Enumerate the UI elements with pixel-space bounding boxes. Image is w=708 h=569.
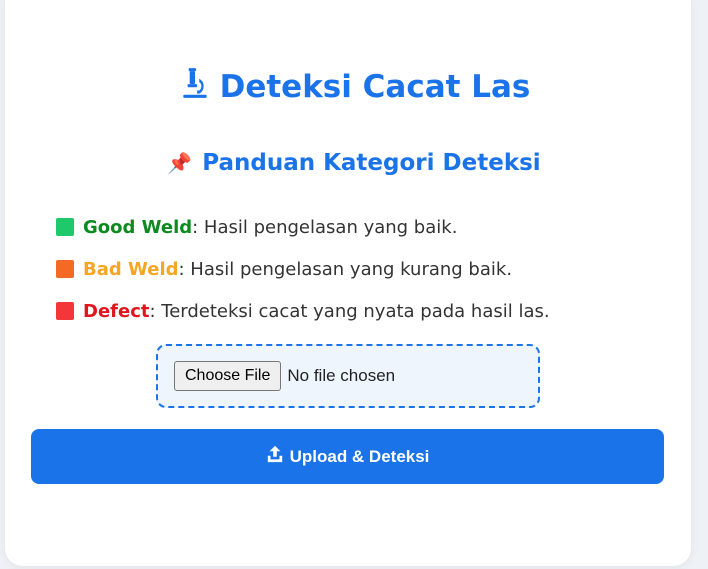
- orange-square-icon: [56, 260, 74, 278]
- legend-category-label: Defect: [83, 300, 150, 322]
- legend-description: : Hasil pengelasan yang kurang baik.: [178, 258, 513, 280]
- red-square-icon: [56, 302, 74, 320]
- file-dropzone[interactable]: Choose File No file chosen: [156, 344, 540, 408]
- legend-category-label: Good Weld: [83, 216, 193, 238]
- guide-heading-text: Panduan Kategori Deteksi: [202, 150, 541, 176]
- upload-detect-label: Upload & Deteksi: [289, 446, 430, 466]
- legend-description: : Hasil pengelasan yang baik.: [192, 216, 458, 238]
- pushpin-icon: 📌: [167, 151, 193, 175]
- file-status-text: No file chosen: [287, 366, 396, 385]
- microscope-icon: [178, 66, 212, 108]
- legend-description: : Terdeteksi cacat yang nyata pada hasil…: [149, 300, 550, 322]
- choose-file-button[interactable]: Choose File: [174, 361, 282, 391]
- category-legend: Good Weld : Hasil pengelasan yang baik. …: [56, 206, 676, 332]
- page-title: Deteksi Cacat Las: [0, 66, 708, 108]
- page-title-text: Deteksi Cacat Las: [219, 69, 531, 105]
- guide-heading: 📌 Panduan Kategori Deteksi: [0, 150, 708, 176]
- upload-detect-button[interactable]: Upload & Deteksi: [31, 429, 664, 484]
- green-square-icon: [56, 218, 74, 236]
- upload-icon: [266, 445, 284, 468]
- legend-item-defect: Defect : Terdeteksi cacat yang nyata pad…: [56, 290, 676, 332]
- legend-item-good-weld: Good Weld : Hasil pengelasan yang baik.: [56, 206, 676, 248]
- legend-item-bad-weld: Bad Weld : Hasil pengelasan yang kurang …: [56, 248, 676, 290]
- legend-category-label: Bad Weld: [83, 258, 179, 280]
